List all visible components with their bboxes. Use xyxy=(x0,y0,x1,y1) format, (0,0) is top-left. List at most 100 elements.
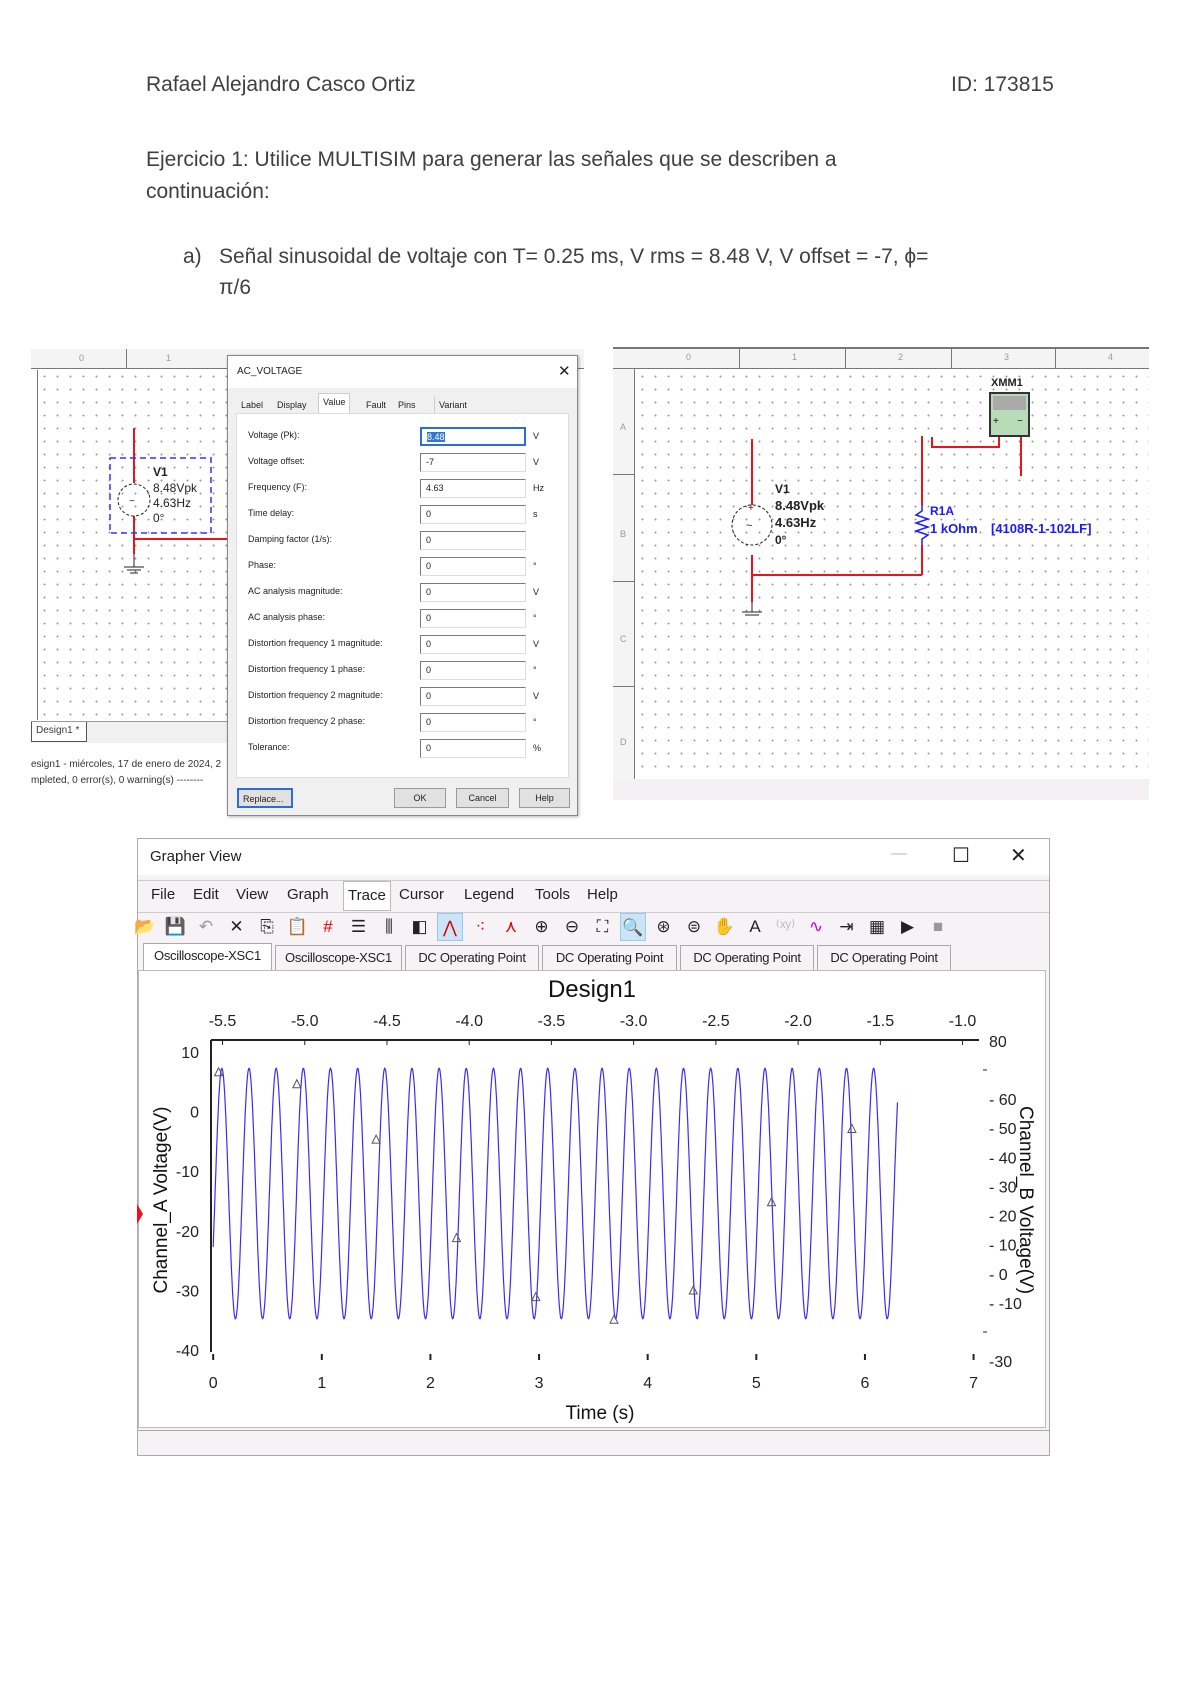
zoom-fit-icon[interactable]: ⛶ xyxy=(590,913,616,941)
svg-text:~: ~ xyxy=(129,496,135,507)
resistor-part: [4108R-1-102LF] xyxy=(991,521,1092,536)
menu-help[interactable]: Help xyxy=(587,881,618,909)
paste-icon[interactable]: 📋 xyxy=(285,913,311,941)
menu-view[interactable]: View xyxy=(236,881,268,909)
menu-edit[interactable]: Edit xyxy=(193,881,219,909)
design-tab-bar: Design1 * xyxy=(31,721,231,743)
grapher-tabs: Oscilloscope-XSC1 Oscilloscope-XSC1 DC Ope… xyxy=(138,943,1049,971)
field-input[interactable]: 0 xyxy=(420,635,526,654)
minimize-icon[interactable]: — xyxy=(891,845,907,863)
save-icon[interactable]: 💾 xyxy=(163,913,189,941)
pan-icon[interactable]: ✋ xyxy=(712,913,738,941)
field-input[interactable]: 0 xyxy=(420,687,526,706)
legend-icon[interactable]: ☰ xyxy=(346,913,372,941)
cancel-button[interactable]: Cancel xyxy=(456,788,509,808)
menu-tools[interactable]: Tools xyxy=(535,881,570,909)
field-input[interactable]: -7 xyxy=(420,453,526,472)
replace-button[interactable]: Replace... xyxy=(237,788,293,808)
author-name: Rafael Alejandro Casco Ortiz xyxy=(146,73,416,96)
menu-trace[interactable]: Trace xyxy=(343,881,391,911)
field-input[interactable]: 8.48 xyxy=(420,427,526,446)
svg-text:+: + xyxy=(748,503,754,514)
field-input[interactable]: 0 xyxy=(420,609,526,628)
overlay-icon[interactable]: ◧ xyxy=(407,913,433,941)
field-input[interactable]: 0 xyxy=(420,557,526,576)
help-button[interactable]: Help xyxy=(519,788,570,808)
zoom-select-icon[interactable]: 🔍 xyxy=(620,913,646,941)
zoom-x-icon[interactable]: ⊛ xyxy=(651,913,677,941)
field-value: 0 xyxy=(426,561,432,571)
tab-dc-operating-point[interactable]: DC Operating Point xyxy=(405,945,539,970)
toolbar: 📂 💾 ↶ ✕ ⎘ 📋 # ☰ ⫼ ◧ ⋀ ⁖ ⋏ ⊕ ⊖ ⛶ 🔍 ⊛ ⊜ ✋ A ⁽ˣʸ⁾ ∿ ⇥ ▦ ▶ ■ xyxy=(134,912,1049,942)
stop-icon[interactable]: ■ xyxy=(925,913,951,941)
field-row: Frequency (F): 4.63 Hz xyxy=(246,479,576,499)
text-icon[interactable]: A xyxy=(742,913,768,941)
field-input[interactable]: 0 xyxy=(420,505,526,524)
maximize-icon[interactable]: ☐ xyxy=(952,843,970,868)
meter-name: XMM1 xyxy=(991,377,1023,389)
tab-value[interactable]: Value xyxy=(318,393,351,414)
student-id: ID: 173815 xyxy=(951,73,1054,96)
menu-cursor[interactable]: Cursor xyxy=(399,881,444,909)
menu-graph[interactable]: Graph xyxy=(287,881,329,909)
open-icon[interactable]: 📂 xyxy=(132,913,158,941)
tab-dc-operating-point[interactable]: DC Operating Point xyxy=(817,945,951,970)
source-phase: 0° xyxy=(153,511,165,525)
copy-icon[interactable]: ⎘ xyxy=(254,913,280,941)
print-icon[interactable]: ▶ xyxy=(895,913,921,941)
field-row: Distortion frequency 1 phase: 0 ° xyxy=(246,661,576,681)
cursors-icon[interactable]: ⫼ xyxy=(376,913,402,941)
field-unit: ° xyxy=(533,561,537,571)
field-input[interactable]: 4.63 xyxy=(420,479,526,498)
field-value: 0 xyxy=(426,743,432,753)
dots-trace-icon[interactable]: ⁖ xyxy=(468,913,494,941)
export-icon[interactable]: ⇥ xyxy=(834,913,860,941)
tab-oscilloscope-xsc1[interactable]: Oscilloscope-XSC1 xyxy=(143,943,272,970)
field-value: 0 xyxy=(426,535,432,545)
close-icon[interactable]: ✕ xyxy=(1010,843,1027,868)
grapher-title: Grapher View xyxy=(150,848,242,865)
tab-label[interactable]: Label xyxy=(237,397,267,413)
source-name: V1 xyxy=(775,482,790,496)
design-tab[interactable]: Design1 * xyxy=(31,722,87,742)
coordinates-icon[interactable]: ⁽ˣʸ⁾ xyxy=(773,913,799,941)
tab-variant[interactable]: Variant xyxy=(434,397,471,413)
field-row: Damping factor (1/s): 0 xyxy=(246,531,576,551)
tab-pins[interactable]: Pins xyxy=(394,397,420,413)
field-label: AC analysis phase: xyxy=(248,612,326,622)
ok-button[interactable]: OK xyxy=(394,788,446,808)
source-phase: 0° xyxy=(775,533,787,547)
field-label: Frequency (F): xyxy=(248,482,308,492)
exercise-line-1: Ejercicio 1: Utilice MULTISIM para gener… xyxy=(146,148,837,171)
menu-file[interactable]: File xyxy=(151,881,175,909)
invert-icon[interactable]: ∿ xyxy=(803,913,829,941)
tab-dc-operating-point[interactable]: DC Operating Point xyxy=(542,945,677,970)
grid-icon[interactable]: # xyxy=(315,913,341,941)
zoom-out-icon[interactable]: ⊖ xyxy=(559,913,585,941)
field-label: Voltage (Pk): xyxy=(248,430,300,440)
tab-fault[interactable]: Fault xyxy=(362,397,390,413)
line-dots-icon[interactable]: ⋏ xyxy=(498,913,524,941)
delete-icon[interactable]: ✕ xyxy=(224,913,250,941)
field-input[interactable]: 0 xyxy=(420,661,526,680)
field-unit: % xyxy=(533,743,542,753)
undo-icon[interactable]: ↶ xyxy=(193,913,219,941)
field-value: 8.48 xyxy=(427,432,445,442)
field-input[interactable]: 0 xyxy=(420,713,526,732)
menu-legend[interactable]: Legend xyxy=(464,881,514,909)
source-frequency: 4.63Hz xyxy=(775,515,817,530)
field-input[interactable]: 0 xyxy=(420,739,526,758)
zoom-y-icon[interactable]: ⊜ xyxy=(681,913,707,941)
close-icon[interactable]: ✕ xyxy=(558,362,571,380)
line-trace-icon[interactable]: ⋀ xyxy=(437,913,463,941)
tab-display[interactable]: Display xyxy=(273,397,311,413)
field-input[interactable]: 0 xyxy=(420,583,526,602)
tab-oscilloscope-xsc1[interactable]: Oscilloscope-XSC1 xyxy=(275,945,402,970)
copy-page-icon[interactable]: ▦ xyxy=(864,913,890,941)
plot-area xyxy=(138,970,1046,1428)
grapher-window: Grapher View — ☐ ✕ File Edit View Graph Trac… xyxy=(134,838,1050,1456)
item-marker: a) xyxy=(183,245,202,268)
field-input[interactable]: 0 xyxy=(420,531,526,550)
zoom-in-icon[interactable]: ⊕ xyxy=(529,913,555,941)
tab-dc-operating-point[interactable]: DC Operating Point xyxy=(680,945,814,970)
